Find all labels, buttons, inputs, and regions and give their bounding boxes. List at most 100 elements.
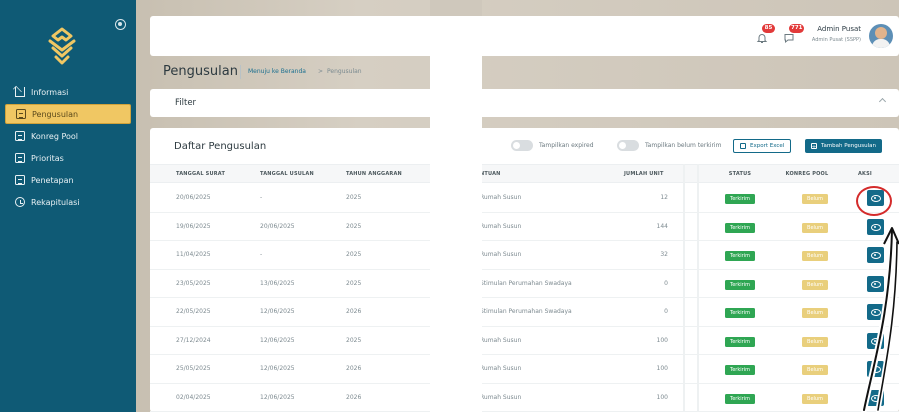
- document-icon: [15, 131, 25, 141]
- cell-tahun: 2026: [346, 393, 362, 401]
- cell-tanggal-surat: 11/04/2025: [176, 251, 211, 258]
- sidebar-item-penetapan[interactable]: Penetapan: [5, 170, 131, 190]
- konreg-badge: Belum: [802, 279, 828, 290]
- konreg-badge: Belum: [802, 308, 828, 318]
- cell-bantuan: Stimulan Perumahan Swadaya: [480, 308, 572, 315]
- cell-tanggal-surat: 25/05/2025: [176, 365, 211, 372]
- clock-icon: [15, 197, 25, 207]
- cell-tahun: 2025: [346, 222, 362, 230]
- table-row: 19/06/2025 20/06/2025 2025 Rumah Susun 1…: [150, 213, 899, 241]
- toggle-label: Tampilkan expired: [539, 142, 594, 149]
- status-badge: Terkirim: [725, 279, 755, 290]
- sidebar-toggle-icon[interactable]: [115, 19, 126, 30]
- sidebar: Informasi Pengusulan Konreg Pool Priorit…: [0, 0, 136, 412]
- bell-icon: [756, 34, 768, 43]
- column-header[interactable]: NTUAN: [480, 165, 501, 184]
- proposal-table-card: Daftar Pengusulan Tampilkan expired Tamp…: [150, 128, 899, 412]
- cell-bantuan: Rumah Susun: [480, 336, 522, 344]
- cell-tanggal-usulan: 12/06/2025: [260, 308, 295, 315]
- sidebar-item-prioritas[interactable]: Prioritas: [5, 148, 131, 168]
- export-excel-button[interactable]: Export Excel: [733, 139, 792, 153]
- breadcrumb-separator: >: [318, 68, 324, 75]
- annotation-arrow-icon: [861, 227, 899, 412]
- sidebar-item-pengusulan[interactable]: Pengusulan: [5, 104, 131, 124]
- document-icon: [15, 175, 25, 185]
- column-header[interactable]: JUMLAH UNIT: [624, 165, 664, 184]
- cell-unit: 100: [656, 365, 668, 372]
- message-count-badge: 771: [789, 24, 805, 33]
- column-header[interactable]: TANGGAL USULAN: [260, 165, 314, 184]
- chevron-up-icon[interactable]: [878, 97, 887, 106]
- toggle-label: Tampilkan belum terkirim: [645, 142, 722, 149]
- table-row: 20/06/2025 - 2025 Rumah Susun 12 Terkiri…: [150, 184, 899, 213]
- table-body: 20/06/2025 - 2025 Rumah Susun 12 Terkiri…: [150, 184, 899, 412]
- cell-tanggal-usulan: 12/06/2025: [260, 336, 295, 344]
- cell-tahun: 2026: [346, 365, 362, 372]
- cell-tanggal-surat: 23/05/2025: [176, 279, 211, 287]
- user-role: Admin Pusat (SSPP): [811, 37, 861, 43]
- message-button[interactable]: 771: [783, 24, 805, 44]
- toggle-switch[interactable]: [511, 140, 533, 151]
- toggle-expired[interactable]: Tampilkan expired: [511, 140, 594, 151]
- column-header[interactable]: STATUS: [705, 165, 775, 184]
- add-label: Tambah Pengusulan: [821, 143, 876, 149]
- column-header[interactable]: TANGGAL SURAT: [176, 165, 225, 184]
- konreg-badge: Belum: [802, 365, 828, 375]
- sidebar-item-label: Informasi: [31, 87, 69, 97]
- cell-bantuan: Stimulan Perumahan Swadaya: [480, 279, 572, 287]
- breadcrumb-home-link[interactable]: Menuju ke Beranda: [248, 68, 306, 75]
- status-badge: Terkirim: [725, 365, 755, 375]
- avatar[interactable]: [869, 24, 893, 48]
- image-cut-gap: [430, 0, 482, 412]
- toggle-unsent[interactable]: Tampilkan belum terkirim: [617, 140, 721, 151]
- konreg-badge: Belum: [802, 336, 828, 347]
- table-row: 11/04/2025 - 2025 Rumah Susun 32 Terkiri…: [150, 241, 899, 270]
- cell-tanggal-surat: 27/12/2024: [176, 336, 211, 344]
- logo-icon: [48, 27, 76, 65]
- cell-tahun: 2025: [346, 251, 362, 258]
- column-header[interactable]: TAHUN ANGGARAN: [346, 165, 402, 184]
- excel-icon: [740, 143, 746, 149]
- cell-tanggal-usulan: -: [260, 194, 263, 201]
- notification-bell[interactable]: 85: [756, 24, 775, 43]
- cell-tahun: 2025: [346, 336, 362, 344]
- add-proposal-button[interactable]: Tambah Pengusulan: [805, 139, 882, 155]
- cell-tanggal-surat: 22/05/2025: [176, 308, 211, 315]
- status-badge: Terkirim: [725, 308, 755, 318]
- cell-tanggal-surat: 20/06/2025: [176, 194, 211, 201]
- sidebar-item-label: Pengusulan: [32, 109, 79, 119]
- sidebar-item-konreg-pool[interactable]: Konreg Pool: [5, 126, 131, 146]
- sidebar-item-rekapitulasi[interactable]: Rekapitulasi: [5, 192, 131, 212]
- user-name[interactable]: Admin Pusat: [817, 25, 861, 33]
- table-row: 02/04/2025 12/06/2025 2026 Rumah Susun 1…: [150, 384, 899, 412]
- column-header[interactable]: AKSI: [844, 165, 886, 184]
- cell-unit: 32: [660, 251, 668, 258]
- cell-tanggal-surat: 02/04/2025: [176, 393, 211, 401]
- konreg-badge: Belum: [802, 194, 828, 204]
- table-row: 27/12/2024 12/06/2025 2025 Rumah Susun 1…: [150, 327, 899, 355]
- image-cut-gap-top: [430, 0, 482, 16]
- breadcrumb-current: Pengusulan: [327, 68, 362, 75]
- page-title: Pengusulan: [163, 64, 238, 79]
- cell-unit: 100: [656, 393, 668, 401]
- breadcrumb-divider: [240, 65, 241, 79]
- toggle-switch[interactable]: [617, 140, 639, 151]
- cell-tahun: 2025: [346, 279, 362, 287]
- sidebar-item-label: Rekapitulasi: [31, 197, 80, 207]
- cell-unit: 100: [656, 336, 668, 344]
- notification-count-badge: 85: [762, 24, 775, 33]
- plus-icon: [811, 141, 817, 155]
- sidebar-item-informasi[interactable]: Informasi: [5, 82, 131, 102]
- cell-tanggal-usulan: 12/06/2025: [260, 393, 295, 401]
- cell-bantuan: Rumah Susun: [480, 393, 522, 401]
- cell-bantuan: Rumah Susun: [480, 222, 522, 230]
- column-header[interactable]: KONREG POOL: [776, 165, 838, 184]
- konreg-badge: Belum: [802, 222, 828, 233]
- document-icon: [16, 109, 26, 119]
- filter-panel[interactable]: Filter: [150, 89, 899, 117]
- sidebar-item-label: Penetapan: [31, 175, 74, 185]
- status-badge: Terkirim: [725, 393, 755, 404]
- home-icon: [15, 87, 25, 97]
- cell-unit: 12: [660, 194, 668, 201]
- status-badge: Terkirim: [725, 222, 755, 233]
